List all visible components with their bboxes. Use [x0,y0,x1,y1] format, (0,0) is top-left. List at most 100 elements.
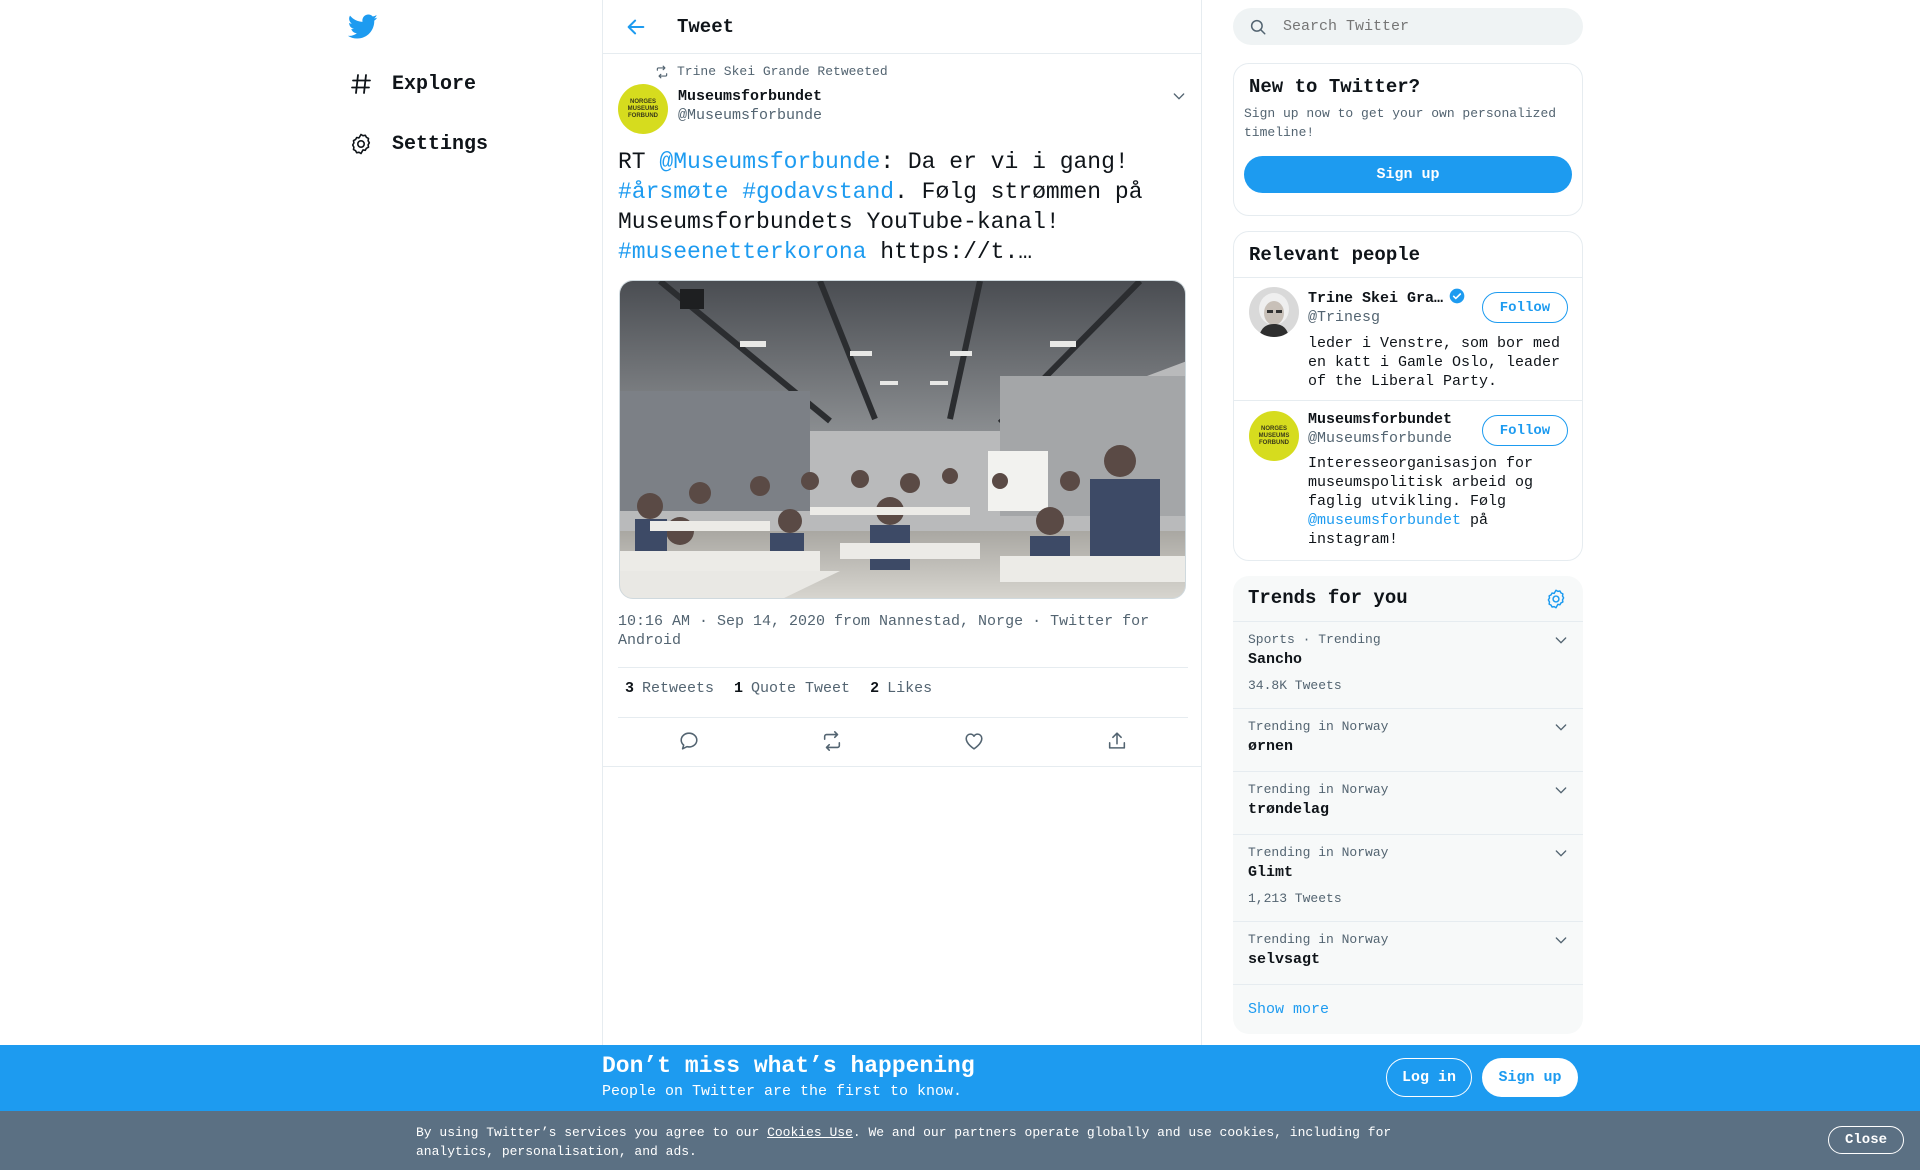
trend-name: selvsagt [1248,951,1321,968]
main-column: Tweet Trine Skei Grande Retweeted NORGES… [602,0,1202,1045]
tweet-timestamp[interactable]: 10:16 AM · Sep 14, 2020 from Nannestad, … [618,613,1023,630]
banner-title: Don’t miss what’s happening [602,1053,975,1079]
cookie-banner: By using Twitter’s services you agree to… [0,1111,1920,1170]
trend-item[interactable]: Sports · Trending Sancho 34.8K Tweets [1233,621,1583,708]
retweet-icon[interactable] [821,730,843,752]
retweet-icon [656,65,668,78]
card-title: Relevant people [1249,244,1421,266]
person-bio: leder i Venstre, som bor med en katt i G… [1308,335,1561,390]
gear-icon[interactable] [1545,588,1567,610]
search-icon [1250,19,1266,34]
person-bio: Interesseorganisasjon for museumspolitis… [1308,455,1534,548]
sign-up-button[interactable]: Sign up [1482,1058,1578,1097]
banner-subtitle: People on Twitter are the first to know. [602,1083,963,1100]
person-name[interactable]: Trine Skei Gra… [1308,288,1465,307]
trend-name: ørnen [1248,738,1294,755]
hashtag-icon [348,71,374,97]
new-to-twitter-card: New to Twitter? Sign up now to get your … [1233,63,1583,216]
author-handle[interactable]: @Museumsforbunde [678,107,822,124]
tweet-author[interactable]: NORGES MUSEUMS FORBUND Museumsforbundet … [618,84,822,134]
log-in-button[interactable]: Log in [1386,1058,1472,1097]
search-bar[interactable] [1233,8,1583,45]
search-input[interactable] [1283,18,1543,35]
person-handle[interactable]: @Museumsforbunde [1308,430,1452,447]
follow-button[interactable]: Follow [1482,415,1568,446]
trend-count: 34.8K Tweets [1248,678,1342,693]
tweet-photo[interactable] [619,280,1186,599]
trend-context: Trending in Norway [1248,845,1389,860]
relevant-people-card: Relevant people Trine Skei Gra… @Trinesg… [1233,231,1583,561]
signup-banner: Don’t miss what’s happening People on Tw… [0,1045,1920,1111]
person-item[interactable]: NORGES MUSEUMS FORBUND Museumsforbundet … [1234,400,1582,560]
share-icon[interactable] [1106,730,1128,752]
reply-icon[interactable] [678,730,700,752]
nav-explore-label: Explore [392,72,477,96]
tweet-text: RT @Museumsforbunde: Da er vi i gang! #å… [618,147,1178,267]
tweet-text-segment: : Da er vi i gang! [880,149,1129,175]
tweet-link[interactable]: #godavstand [742,179,894,205]
person-handle[interactable]: @Trinesg [1308,309,1380,326]
cookie-text: By using Twitter’s services you agree to… [416,1125,1392,1159]
verified-badge-icon [1449,288,1465,304]
trend-context: Trending in Norway [1248,782,1389,797]
like-heart-icon[interactable] [963,730,985,752]
chevron-down-icon[interactable] [1553,932,1569,948]
trend-count: 1,213 Tweets [1248,891,1342,906]
retweet-context: Trine Skei Grande Retweeted [655,64,888,79]
trends-card: Trends for you Sports · Trending Sancho … [1233,576,1583,1034]
tweet-text-segment: https://t.… [866,239,1033,265]
tweet-link[interactable]: @Museumsforbunde [659,149,880,175]
divider [618,717,1188,718]
nav-settings-label: Settings [392,132,489,156]
avatar[interactable] [1249,287,1299,337]
show-more-link[interactable]: Show more [1248,1001,1329,1018]
person-name[interactable]: Museumsforbundet [1308,411,1452,428]
chevron-down-icon[interactable] [1171,88,1187,104]
tweet-actions [618,730,1188,752]
retweets-stat[interactable]: 3 Retweets [625,680,714,697]
header-bar: Tweet [603,0,1201,54]
card-text: Sign up now to get your own personalized… [1244,106,1557,140]
trend-name: Sancho [1248,651,1303,668]
gear-icon [348,131,374,157]
author-name[interactable]: Museumsforbundet [678,88,822,105]
twitter-logo-icon[interactable] [348,14,378,40]
show-more-row[interactable]: Show more [1233,984,1583,1032]
person-item[interactable]: Trine Skei Gra… @Trinesg Follow leder i … [1234,277,1582,400]
chevron-down-icon[interactable] [1553,632,1569,648]
trend-context: Trending in Norway [1248,719,1389,734]
tweet-meta: 10:16 AM · Sep 14, 2020 from Nannestad, … [618,613,1150,649]
tweet-stats: 3 Retweets 1 Quote Tweet 2 Likes [625,680,952,697]
trend-item[interactable]: Trending in Norway ørnen [1233,708,1583,771]
trend-name: Glimt [1248,864,1294,881]
avatar[interactable]: NORGES MUSEUMS FORBUND [618,84,668,134]
tweet-link[interactable]: #årsmøte [618,179,728,205]
trend-context: Sports · Trending [1248,632,1381,647]
trend-item[interactable]: Trending in Norway trøndelag [1233,771,1583,834]
divider [603,766,1201,767]
nav-explore[interactable]: Explore [348,64,476,104]
tweet-text-segment: RT [618,149,660,175]
cookies-use-link[interactable]: Cookies Use [767,1125,853,1140]
trend-item[interactable]: Trending in Norway selvsagt [1233,921,1583,984]
sign-up-button[interactable]: Sign up [1244,156,1572,193]
divider [618,667,1188,668]
chevron-down-icon[interactable] [1553,719,1569,735]
likes-stat[interactable]: 2 Likes [870,680,932,697]
trend-name: trøndelag [1248,801,1330,818]
retweeted-by-text[interactable]: Trine Skei Grande Retweeted [677,64,888,79]
chevron-down-icon[interactable] [1553,845,1569,861]
avatar[interactable]: NORGES MUSEUMS FORBUND [1249,411,1299,461]
trend-item[interactable]: Trending in Norway Glimt 1,213 Tweets [1233,834,1583,921]
nav-settings[interactable]: Settings [348,124,488,164]
quotes-stat[interactable]: 1 Quote Tweet [734,680,850,697]
tweet-link[interactable]: #museenetterkorona [618,239,866,265]
instagram-link[interactable]: @museumsforbundet [1308,512,1461,529]
back-arrow-icon[interactable] [625,16,647,38]
close-button[interactable]: Close [1828,1126,1904,1154]
trend-context: Trending in Norway [1248,932,1389,947]
page-title: Tweet [677,15,735,38]
chevron-down-icon[interactable] [1553,782,1569,798]
card-title: Trends for you [1248,587,1408,609]
follow-button[interactable]: Follow [1482,292,1568,323]
